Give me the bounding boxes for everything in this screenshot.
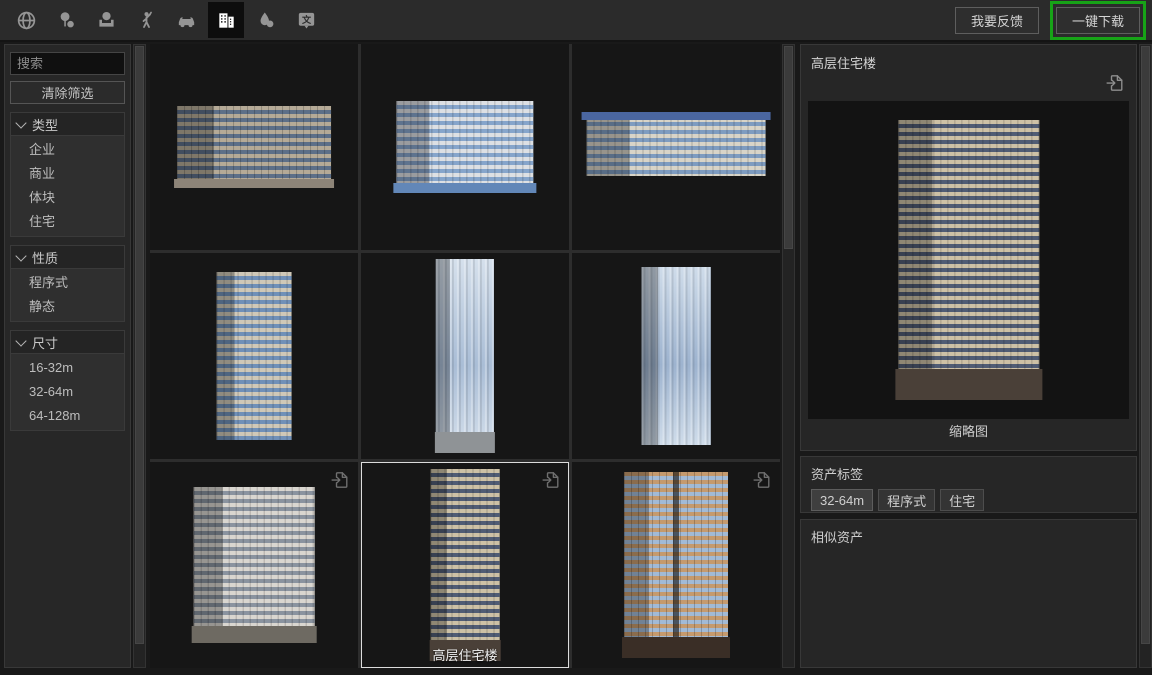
similar-assets-title: 相似资产 xyxy=(811,527,1126,546)
building-base xyxy=(394,183,537,193)
asset-cell-1[interactable] xyxy=(361,44,569,250)
filter-group-items-1: 程序式静态 xyxy=(10,269,125,322)
import-icon[interactable] xyxy=(540,469,562,496)
filter-group-title: 性质 xyxy=(32,248,58,267)
asset-tag-row: 32-64m程序式住宅 xyxy=(811,489,1126,511)
building-roof xyxy=(581,112,771,120)
main-area: 清除筛选 类型企业商业体块住宅性质程序式静态尺寸16-32m32-64m64-1… xyxy=(0,42,1152,675)
chevron-down-icon xyxy=(15,250,26,261)
download-button-wrap: 一键下载 xyxy=(1056,7,1140,34)
asset-cell-3[interactable] xyxy=(150,253,358,459)
asset-cell-0[interactable] xyxy=(150,44,358,250)
filter-item-0-0[interactable]: 企业 xyxy=(11,138,124,162)
chevron-down-icon xyxy=(15,335,26,346)
filter-group-header-2[interactable]: 尺寸 xyxy=(10,330,125,354)
asset-cell-8[interactable] xyxy=(572,462,780,668)
building-base xyxy=(622,637,730,657)
grid-scrollbar[interactable] xyxy=(782,44,795,668)
asset-cell-5[interactable] xyxy=(572,253,780,459)
detail-scrollbar-thumb[interactable] xyxy=(1141,46,1150,644)
asset-tag-0[interactable]: 32-64m xyxy=(811,489,873,511)
tool-vegetation-icon[interactable] xyxy=(48,2,84,38)
detail-scrollbar[interactable] xyxy=(1139,44,1152,668)
import-icon[interactable] xyxy=(329,469,351,496)
asset-cell-6[interactable] xyxy=(150,462,358,668)
detail-head-section: 高层住宅楼 缩略图 xyxy=(800,44,1137,451)
category-tabs: 文 xyxy=(0,2,328,38)
tool-sign-icon[interactable]: 文 xyxy=(288,2,324,38)
asset-browser-window: 文 我要反馈 一键下载 清除筛选 类型企业商业体块住宅性质程序式静态尺寸16-3… xyxy=(0,0,1152,675)
asset-grid-wrap: 高层住宅楼 xyxy=(150,44,780,668)
asset-tags-title: 资产标签 xyxy=(811,464,1126,483)
grid-scrollbar-thumb[interactable] xyxy=(784,46,793,249)
asset-grid: 高层住宅楼 xyxy=(150,44,780,668)
building-base xyxy=(174,179,334,188)
filter-sidebar: 清除筛选 类型企业商业体块住宅性质程序式静态尺寸 16-32m32-64m64-1… xyxy=(4,44,131,668)
asset-tags-section: 资产标签 32-64m程序式住宅 xyxy=(800,456,1137,513)
toolbar: 文 我要反馈 一键下载 xyxy=(0,0,1152,42)
tool-material-icon[interactable] xyxy=(248,2,284,38)
filter-groups: 类型企业商业体块住宅性质程序式静态尺寸 16-32m32-64m64-128m xyxy=(10,112,125,431)
filter-group-header-0[interactable]: 类型 xyxy=(10,112,125,136)
tool-props-icon[interactable] xyxy=(88,2,124,38)
svg-text:文: 文 xyxy=(300,13,311,24)
building-thumbnail-art xyxy=(642,267,711,444)
asset-cell-label: 高层住宅楼 xyxy=(361,645,569,664)
detail-panel: 高层住宅楼 缩略图 资产标签 32-64m程序式住宅 相似资产 xyxy=(800,44,1137,668)
asset-cell-4[interactable] xyxy=(361,253,569,459)
building-thumbnail-art xyxy=(217,272,292,441)
detail-header: 高层住宅楼 xyxy=(801,45,1136,101)
asset-tag-2[interactable]: 住宅 xyxy=(940,489,984,511)
filter-item-0-2[interactable]: 体块 xyxy=(11,186,124,210)
search-input[interactable] xyxy=(10,52,125,75)
chevron-down-icon xyxy=(15,117,26,128)
asset-cell-7-selected[interactable]: 高层住宅楼 xyxy=(361,462,569,668)
building-thumbnail-art xyxy=(396,101,533,194)
feedback-button[interactable]: 我要反馈 xyxy=(955,7,1039,34)
building-thumbnail-art xyxy=(436,259,494,453)
tool-globe-icon[interactable] xyxy=(8,2,44,38)
filter-item-0-1[interactable]: 商业 xyxy=(11,162,124,186)
building-thumbnail-art xyxy=(587,118,766,176)
building-base xyxy=(191,626,316,643)
asset-title: 高层住宅楼 xyxy=(811,53,876,72)
building-base xyxy=(895,369,1042,400)
building-thumbnail-art xyxy=(624,472,728,657)
building-thumbnail-art xyxy=(177,106,331,188)
asset-cell-2[interactable] xyxy=(572,44,780,250)
tool-building-icon[interactable] xyxy=(208,2,244,38)
filter-item-2-2[interactable]: 64-128m xyxy=(11,404,124,428)
asset-preview xyxy=(808,101,1129,419)
building-thumbnail-art xyxy=(194,487,315,644)
building-thumbnail-art xyxy=(898,120,1039,400)
download-button[interactable]: 一键下载 xyxy=(1056,7,1140,34)
building-thumbnail-art xyxy=(431,469,500,661)
preview-caption: 缩略图 xyxy=(801,419,1136,443)
filter-group-items-0: 企业商业体块住宅 xyxy=(10,136,125,237)
building-base xyxy=(435,432,496,453)
filter-item-0-3[interactable]: 住宅 xyxy=(11,210,124,234)
clear-filters-button[interactable]: 清除筛选 xyxy=(10,81,125,104)
filter-item-2-0[interactable]: 16-32m xyxy=(11,356,124,380)
tool-vehicle-icon[interactable] xyxy=(168,2,204,38)
filter-item-2-1[interactable]: 32-64m xyxy=(11,380,124,404)
tool-character-icon[interactable] xyxy=(128,2,164,38)
sidebar-scrollbar-thumb[interactable] xyxy=(135,46,144,644)
import-icon[interactable] xyxy=(1104,72,1126,99)
filter-group-title: 尺寸 xyxy=(32,333,58,352)
filter-group-items-2: 16-32m32-64m64-128m xyxy=(10,354,125,431)
import-icon[interactable] xyxy=(751,469,773,496)
sidebar-scrollbar[interactable] xyxy=(133,44,146,668)
filter-group-title: 类型 xyxy=(32,115,58,134)
filter-item-1-1[interactable]: 静态 xyxy=(11,295,124,319)
filter-item-1-0[interactable]: 程序式 xyxy=(11,271,124,295)
similar-assets-section: 相似资产 xyxy=(800,519,1137,668)
filter-group-header-1[interactable]: 性质 xyxy=(10,245,125,269)
asset-tag-1[interactable]: 程序式 xyxy=(878,489,935,511)
